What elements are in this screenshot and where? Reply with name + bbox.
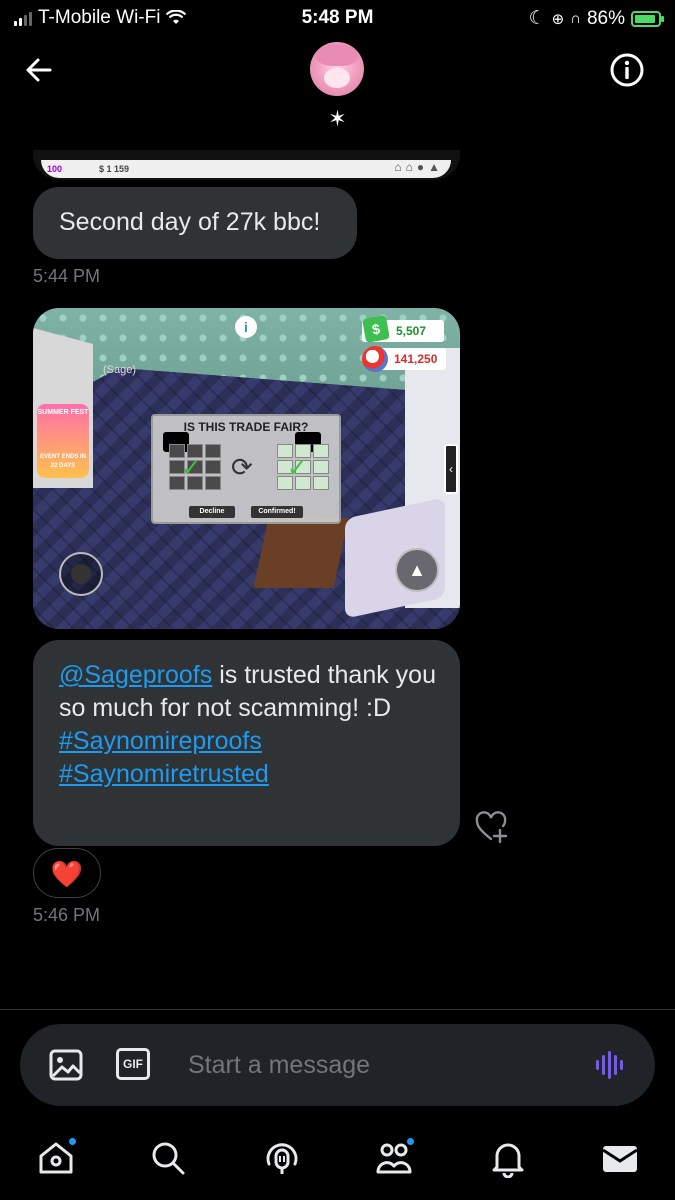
image-text-price: $ 1 159 [99,164,130,174]
game-info-icon: i [235,316,257,338]
back-arrow-icon[interactable] [20,50,60,90]
image-message[interactable]: i $5,507 141,250 (Sage) SUMMER FEST EVEN… [33,308,460,629]
profile-star-mark: ✶ [328,106,347,131]
mention-link[interactable]: @Sageproofs [59,661,212,689]
swap-icon: ⟳ [231,452,253,482]
game-jump-button: ▲ [395,548,439,592]
voice-icon[interactable] [593,1048,627,1082]
conversation-header: ✶ [0,36,675,146]
checkmark-icon: ✓ [181,455,202,482]
moon-icon: ☾ [528,8,546,29]
game-table [253,518,349,588]
trade-confirmed-button: Confirmed! [251,506,303,518]
mail-icon [602,1146,638,1172]
hashtag-link[interactable]: #Saynomireproofs [59,727,262,755]
nav-search[interactable] [148,1138,188,1178]
image-toolbar-icons: ⌂⌂●▲ [394,160,444,174]
headphones-icon: ∩ [570,10,581,27]
avatar[interactable] [310,42,364,96]
game-joystick [59,552,103,596]
message-bubble[interactable]: @Sageproofs is trusted thank you so much… [33,640,460,846]
message-composer: GIF [20,1024,655,1106]
game-event-badge: SUMMER FEST EVENT ENDS IN 22 DAYS [37,404,89,478]
money-icon: $ [362,315,390,343]
lock-rotation-icon: ⊕ [551,10,565,28]
message-timestamp: 5:46 PM [33,905,101,925]
gif-button[interactable]: GIF [116,1048,150,1080]
status-bar: T-Mobile Wi-Fi 5:48 PM ☾ ⊕ ∩ 86% [0,0,675,36]
notification-dot [67,1136,78,1147]
nav-notifications[interactable] [488,1138,528,1179]
bottom-navigation [0,1130,675,1190]
info-icon[interactable] [609,52,645,88]
notification-dot [405,1136,416,1147]
previous-image-message[interactable]: 100 $ 1 159 ⌂⌂●▲ [33,150,460,180]
battery-icon [631,10,664,27]
message-input[interactable] [188,1048,568,1082]
game-trade-dialog: IS THIS TRADE FAIR? ✓ ✓ ⟳ Decline Confir… [151,414,341,524]
bucks-icon [362,346,388,372]
message-timestamp: 5:44 PM [33,266,101,286]
hashtag-link[interactable]: #Saynomiretrusted [59,760,269,788]
game-side-button: ‹ [444,444,458,494]
bell-icon [492,1143,524,1179]
game-player-name: (Sage) [103,364,137,376]
nav-home[interactable] [36,1136,78,1178]
status-right: ☾ ⊕ ∩ 86% [528,7,664,30]
heart-reaction[interactable]: ❤️ [33,848,101,898]
game-bucks-counter: 141,250 [362,346,446,372]
nav-communities[interactable] [374,1136,416,1178]
spaces-icon [266,1143,298,1174]
checkmark-icon: ✓ [287,455,308,482]
image-text-left: 100 [47,164,63,174]
photo-icon[interactable] [48,1048,84,1082]
trade-decline-button: Decline [189,506,235,518]
message-text: Second day of 27k bbc! [59,208,321,236]
battery-percent: 86% [586,7,625,29]
message-bubble[interactable]: Second day of 27k bbc! [33,187,357,259]
nav-spaces[interactable] [262,1138,302,1178]
composer-divider [0,1009,675,1010]
nav-messages[interactable] [600,1138,640,1178]
search-icon [152,1142,185,1175]
heart-plus-icon[interactable] [474,810,510,844]
game-money-counter: $5,507 [362,315,444,343]
